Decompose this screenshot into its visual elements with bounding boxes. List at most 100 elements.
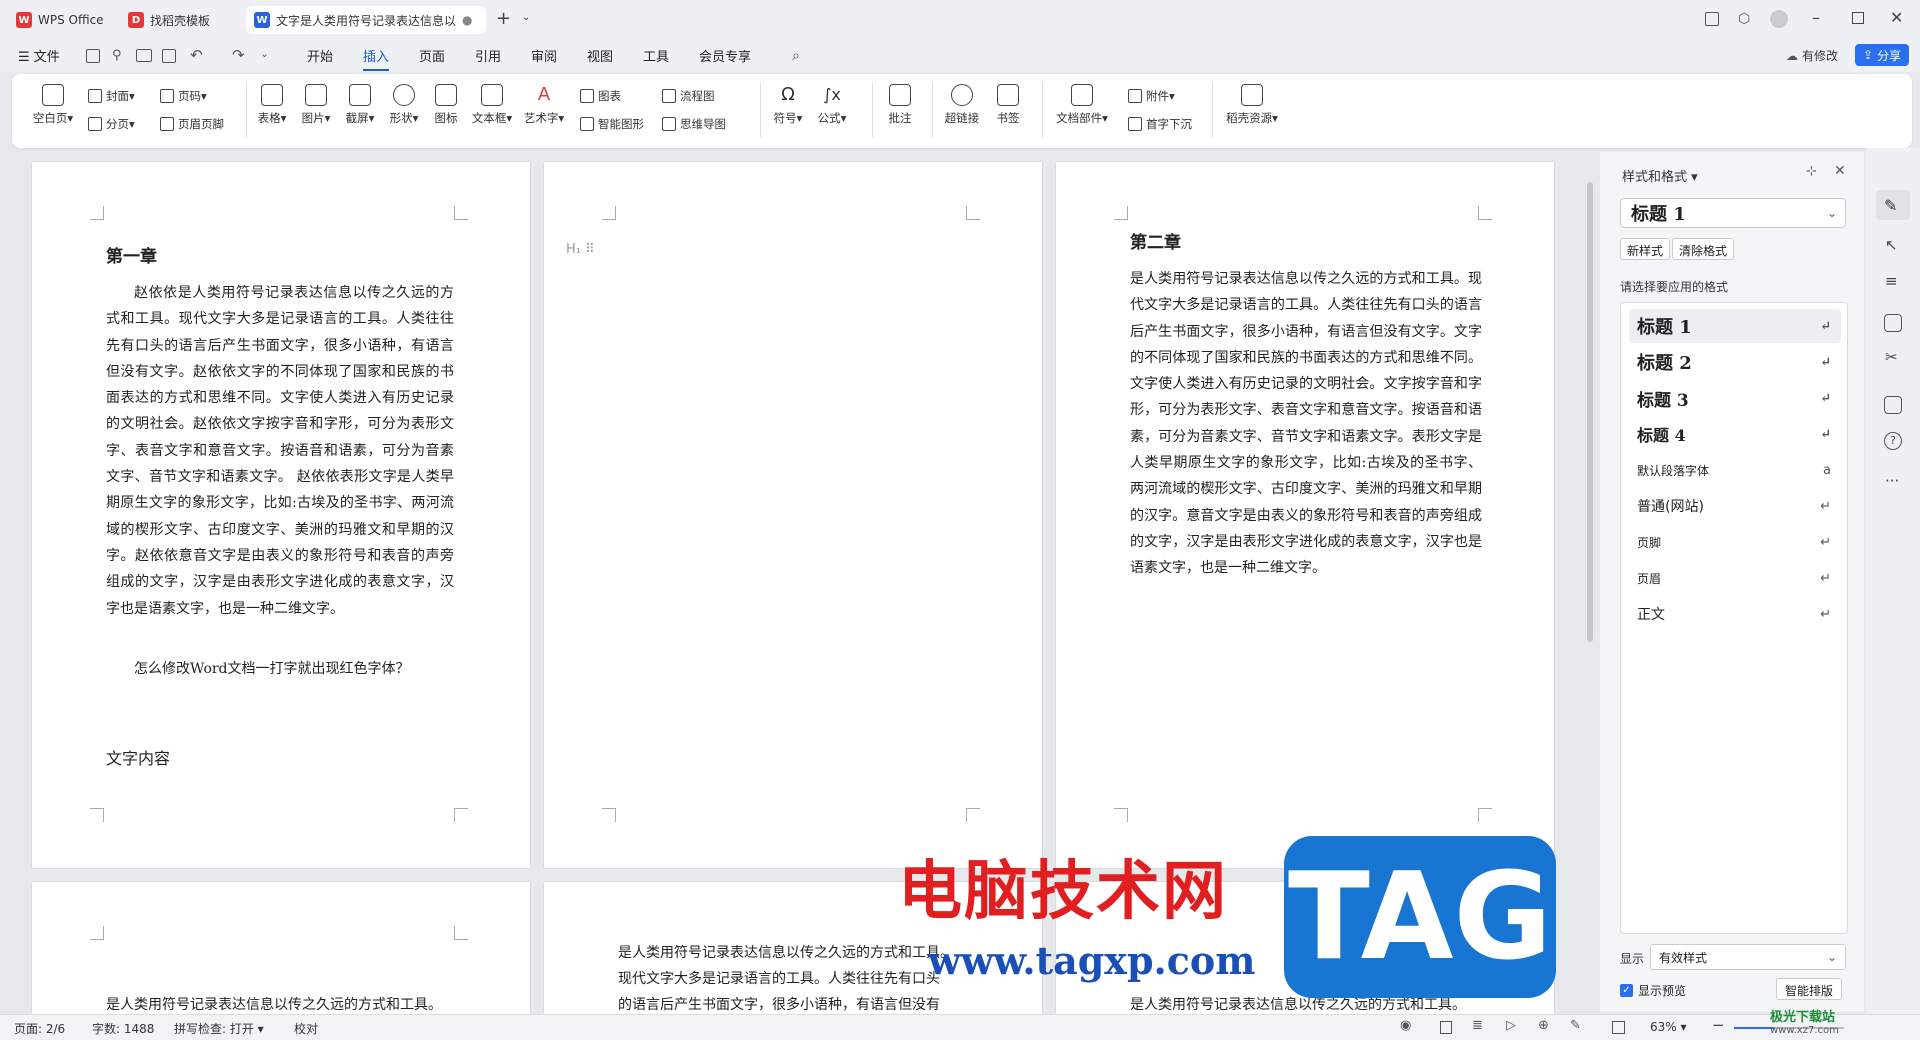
- body-paragraph[interactable]: 文字内容: [106, 746, 170, 772]
- cover-button[interactable]: 封面 ▾: [88, 88, 135, 104]
- chapter-heading[interactable]: 第二章: [1130, 228, 1181, 253]
- blank-page-button[interactable]: 空白页▾: [28, 84, 78, 126]
- menu-tools[interactable]: 工具: [643, 46, 669, 65]
- share-button[interactable]: ⇪ 分享: [1855, 44, 1910, 66]
- table-button[interactable]: 表格▾: [252, 84, 292, 126]
- eye-icon[interactable]: ◉: [1400, 1018, 1411, 1033]
- zoom-out-icon[interactable]: −: [1712, 1016, 1725, 1034]
- style-item-normal-web[interactable]: 普通(网站) ↵: [1629, 489, 1841, 523]
- style-item-heading-2[interactable]: 标题 2 ↵: [1629, 345, 1841, 379]
- picture-button[interactable]: 图片▾: [296, 84, 336, 126]
- menu-review[interactable]: 审阅: [531, 46, 557, 65]
- hyperlink-button[interactable]: 超链接: [940, 84, 984, 126]
- search-icon[interactable]: ⌕: [792, 48, 800, 64]
- document-page-1[interactable]: 第一章 赵依依是人类用符号记录表达信息以传之久远的方式和工具。现代文字大多是记录…: [32, 162, 530, 868]
- page-number-button[interactable]: 页码 ▾: [160, 88, 207, 104]
- chapter-heading[interactable]: 第一章: [106, 242, 157, 267]
- tab-docer-templates[interactable]: D 找稻壳模板: [120, 6, 240, 34]
- icon-button[interactable]: 图标: [428, 84, 464, 126]
- vertical-scrollbar[interactable]: [1584, 152, 1596, 1012]
- textbox-button[interactable]: 文本框▾: [468, 84, 516, 126]
- maximize-icon[interactable]: [1852, 12, 1864, 24]
- new-tab-button[interactable]: +: [496, 8, 511, 29]
- fit-page-icon[interactable]: [1612, 1021, 1625, 1034]
- body-paragraph[interactable]: 是人类用符号记录表达信息以传之久远的方式和工具。: [106, 992, 442, 1014]
- scrollbar-thumb[interactable]: [1587, 182, 1593, 642]
- close-icon[interactable]: ✕: [1890, 8, 1903, 27]
- style-item-heading-1[interactable]: 标题 1 ↵: [1629, 309, 1841, 343]
- close-panel-icon[interactable]: ✕: [1834, 163, 1846, 179]
- print-icon[interactable]: [136, 49, 152, 62]
- zoom-level[interactable]: 63% ▾: [1650, 1020, 1687, 1034]
- save-icon[interactable]: [86, 49, 100, 63]
- tab-document[interactable]: W 文字是人类用符号记录表达信息以 ●: [246, 6, 486, 34]
- document-page-3[interactable]: 第二章 是人类用符号记录表达信息以传之久远的方式和工具。现代文字大多是记录语言的…: [1056, 162, 1554, 868]
- doc-parts-button[interactable]: 文档部件▾: [1052, 84, 1112, 126]
- body-paragraph[interactable]: 怎么修改Word文档一打字就出现红色字体？: [106, 656, 454, 682]
- image-tool-icon[interactable]: [1884, 314, 1902, 332]
- cube-icon[interactable]: ⬡: [1738, 11, 1750, 27]
- style-brush-icon[interactable]: ✎: [1884, 196, 1897, 215]
- mindmap-button[interactable]: 思维导图: [662, 116, 726, 132]
- show-filter-select[interactable]: 有效样式 ⌄: [1650, 944, 1846, 970]
- shape-button[interactable]: 形状▾: [384, 84, 424, 126]
- page-break-button[interactable]: 分页 ▾: [88, 116, 135, 132]
- smartart-button[interactable]: 智能图形: [580, 116, 644, 132]
- link-icon[interactable]: ⚲: [112, 48, 122, 63]
- avatar[interactable]: [1770, 10, 1788, 28]
- menu-home[interactable]: 开始: [307, 46, 333, 65]
- pin-icon[interactable]: ⊹: [1806, 164, 1817, 179]
- play-icon[interactable]: ▷: [1506, 1018, 1516, 1033]
- smart-layout-button[interactable]: 智能排版: [1776, 978, 1843, 1000]
- current-style-select[interactable]: 标题 1 ⌄: [1620, 198, 1846, 228]
- layout-icon[interactable]: [1705, 12, 1719, 26]
- style-item-heading-4[interactable]: 标题 4 ↵: [1629, 417, 1841, 451]
- document-page-2[interactable]: H₁ ⠿: [544, 162, 1042, 868]
- spell-check-toggle[interactable]: 拼写检查: 打开 ▾: [174, 1020, 264, 1037]
- attachment-button[interactable]: 附件 ▾: [1128, 88, 1175, 104]
- docer-resources-button[interactable]: 稻壳资源▾: [1222, 84, 1282, 126]
- chart-button[interactable]: 图表: [580, 88, 621, 104]
- print-preview-icon[interactable]: [162, 49, 176, 63]
- proofread-button[interactable]: 校对: [294, 1020, 318, 1037]
- menu-view[interactable]: 视图: [587, 46, 613, 65]
- adjust-sliders-icon[interactable]: ≡: [1885, 272, 1898, 290]
- body-paragraph[interactable]: 的语言后产生书面文字，很多小语种，有语言但没有: [618, 992, 940, 1014]
- menu-member[interactable]: 会员专享: [699, 46, 751, 65]
- formula-button[interactable]: ∫x 公式▾: [812, 84, 852, 126]
- menu-references[interactable]: 引用: [475, 46, 501, 65]
- unsaved-dot-icon[interactable]: ●: [462, 13, 472, 27]
- show-preview-checkbox[interactable]: ✓ 显示预览: [1620, 982, 1686, 999]
- new-style-button[interactable]: 新样式: [1620, 238, 1671, 260]
- bookmark-button[interactable]: 书签: [990, 84, 1026, 126]
- modified-status[interactable]: ☁ 有修改: [1786, 47, 1838, 64]
- body-paragraph[interactable]: 是人类用符号记录表达信息以传之久远的方式和工具。: [618, 940, 954, 966]
- page-view-icon[interactable]: [1440, 1021, 1452, 1034]
- outline-view-icon[interactable]: ≣: [1472, 1018, 1483, 1033]
- wordart-button[interactable]: A 艺术字▾: [520, 84, 568, 126]
- pen-icon[interactable]: ✎: [1570, 1018, 1581, 1033]
- help-icon[interactable]: ?: [1884, 432, 1902, 450]
- body-paragraph[interactable]: 现代文字大多是记录语言的工具。人类往往先有口头: [618, 966, 940, 992]
- clear-format-button[interactable]: 清除格式: [1672, 238, 1735, 260]
- flowchart-button[interactable]: 流程图: [662, 88, 715, 104]
- select-pointer-icon[interactable]: ↖: [1885, 236, 1898, 254]
- page-indicator[interactable]: 页面: 2/6: [14, 1020, 65, 1037]
- style-item-footer[interactable]: 页脚 ↵: [1629, 525, 1841, 559]
- screenshot-button[interactable]: 截屏▾: [340, 84, 380, 126]
- menu-insert[interactable]: 插入: [363, 46, 390, 71]
- symbol-button[interactable]: Ω 符号▾: [768, 84, 808, 126]
- style-item-header[interactable]: 页眉 ↵: [1629, 561, 1841, 595]
- book-icon[interactable]: [1884, 396, 1902, 414]
- minimize-icon[interactable]: –: [1812, 8, 1820, 27]
- tools-icon[interactable]: ✂: [1885, 348, 1898, 366]
- tab-list-chevron-icon[interactable]: ⌄: [522, 12, 530, 23]
- tab-wps-office[interactable]: W WPS Office: [8, 6, 114, 34]
- word-count[interactable]: 字数: 1488: [92, 1020, 154, 1037]
- more-chevron-icon[interactable]: ⌄: [260, 47, 269, 60]
- header-footer-button[interactable]: 页眉页脚: [160, 116, 224, 132]
- file-menu[interactable]: ☰ 文件: [18, 46, 60, 65]
- web-view-icon[interactable]: ⊕: [1538, 1018, 1549, 1033]
- style-item-heading-3[interactable]: 标题 3 ↵: [1629, 381, 1841, 415]
- more-icon[interactable]: ···: [1885, 472, 1899, 490]
